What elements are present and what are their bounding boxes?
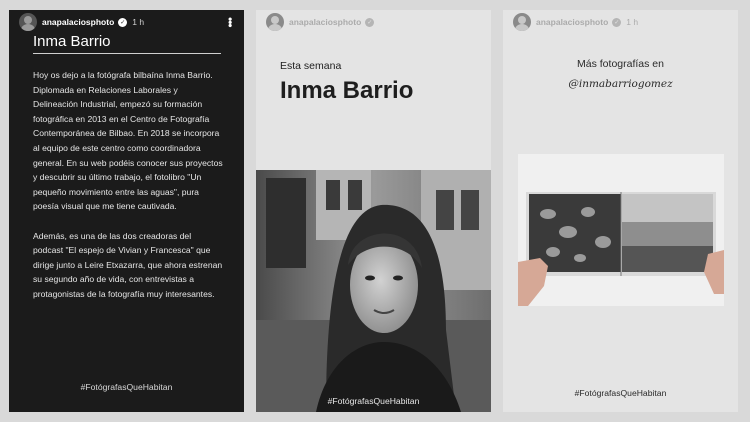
- post-time: 1 h: [132, 17, 145, 27]
- avatar[interactable]: [19, 13, 37, 31]
- verified-badge-icon: ✓: [118, 17, 128, 27]
- portrait-photo: [256, 170, 491, 412]
- username[interactable]: anapalaciosphoto: [289, 17, 361, 27]
- avatar[interactable]: [266, 13, 284, 31]
- post-time: 1 h: [626, 17, 639, 27]
- more-photos-label: Más fotografías en: [577, 58, 664, 70]
- story-subtitle: Esta semana: [280, 60, 342, 72]
- instagram-handle[interactable]: @inmabarriogomez: [503, 78, 738, 90]
- story-panel-portrait[interactable]: anapalaciosphoto ✓ Esta semana Inma Barr…: [256, 10, 491, 412]
- hashtag[interactable]: #FotógrafasQueHabitan: [503, 388, 738, 398]
- verified-badge-icon: ✓: [612, 17, 622, 27]
- story-body: Hoy os dejo a la fotógrafa bilbaína Inma…: [33, 68, 223, 302]
- verified-badge-icon: ✓: [365, 17, 375, 27]
- username[interactable]: anapalaciosphoto: [536, 17, 608, 27]
- featured-name: Inma Barrio: [280, 77, 414, 104]
- story-paragraph: Hoy os dejo a la fotógrafa bilbaína Inma…: [33, 70, 223, 212]
- hashtag[interactable]: #FotógrafasQueHabitan: [9, 382, 244, 392]
- photobook-photo: [518, 154, 724, 306]
- more-options-icon[interactable]: •••: [223, 17, 237, 27]
- username[interactable]: anapalaciosphoto: [42, 17, 114, 27]
- avatar[interactable]: [513, 13, 531, 31]
- story-panel-book[interactable]: anapalaciosphoto ✓ 1 h Más fotografías e…: [503, 10, 738, 412]
- story-panel-text[interactable]: anapalaciosphoto ✓ 1 h ••• Inma Barrio H…: [9, 10, 244, 412]
- story-header: anapalaciosphoto ✓ 1 h •••: [9, 10, 244, 34]
- story-header: anapalaciosphoto ✓: [256, 10, 491, 34]
- hashtag[interactable]: #FotógrafasQueHabitan: [256, 396, 491, 406]
- story-header: anapalaciosphoto ✓ 1 h: [503, 10, 738, 34]
- story-paragraph: Además, es una de las dos creadoras del …: [33, 230, 223, 299]
- story-title: Inma Barrio: [33, 33, 221, 54]
